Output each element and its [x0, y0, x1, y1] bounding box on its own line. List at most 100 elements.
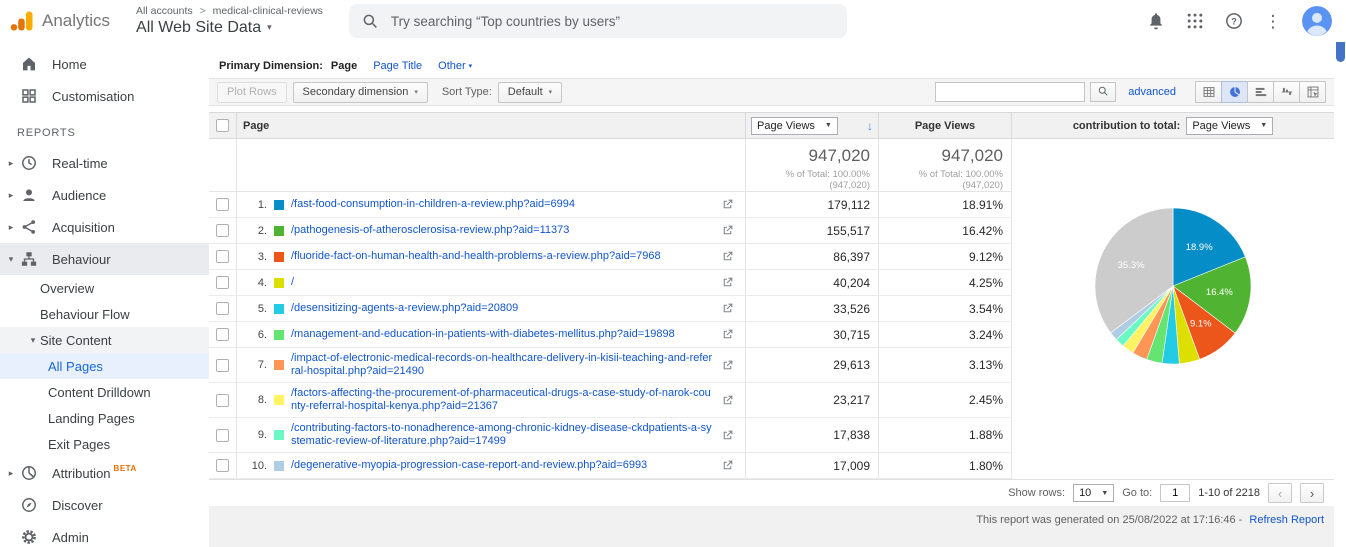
- scrollbar[interactable]: [1334, 0, 1346, 547]
- page-views-column-header[interactable]: Page Views: [879, 113, 1012, 138]
- pie-slice-label: 9.1%: [1190, 319, 1212, 330]
- apps-grid-icon[interactable]: [1185, 11, 1205, 31]
- notifications-icon[interactable]: [1146, 11, 1166, 31]
- row-rank: 3.: [257, 250, 267, 263]
- sidebar-item-admin[interactable]: Admin: [0, 521, 209, 547]
- generated-timestamp: This report was generated on 25/08/2022 …: [976, 514, 1243, 526]
- sidebar-item-discover[interactable]: Discover: [0, 489, 209, 521]
- select-all-checkbox[interactable]: [216, 119, 229, 132]
- table-search-button[interactable]: [1090, 82, 1117, 102]
- page-link[interactable]: /pathogenesis-of-atherosclerosisa-review…: [291, 224, 714, 237]
- chevron-right-icon[interactable]: ▸: [4, 158, 18, 169]
- row-checkbox[interactable]: [216, 224, 229, 237]
- show-rows-select[interactable]: 10 ▼: [1073, 484, 1115, 502]
- sidebar-item-site-content[interactable]: ▾ Site Content: [0, 327, 209, 353]
- sidebar-item-label: Home: [52, 56, 87, 72]
- sort-descending-icon[interactable]: ↓: [867, 119, 873, 133]
- row-legend-swatch: [274, 251, 284, 262]
- contribution-pie-chart[interactable]: 18.9% 16.4% 9.1% 35.3%: [1078, 191, 1268, 381]
- page-link[interactable]: /fluoride-fact-on-human-health-and-healt…: [291, 250, 714, 263]
- open-in-new-icon[interactable]: [721, 198, 734, 211]
- comparison-view-icon[interactable]: [1273, 81, 1300, 103]
- row-checkbox[interactable]: [216, 276, 229, 289]
- secondary-dimension-button[interactable]: Secondary dimension ▾: [292, 81, 428, 103]
- page-link[interactable]: /management-and-education-in-patients-wi…: [291, 328, 714, 341]
- open-in-new-icon[interactable]: [721, 250, 734, 263]
- contribution-metric-select[interactable]: Page Views ▼: [1186, 116, 1274, 135]
- open-in-new-icon[interactable]: [721, 429, 734, 442]
- pivot-view-icon[interactable]: [1299, 81, 1326, 103]
- prev-page-button[interactable]: ‹: [1268, 483, 1292, 503]
- open-in-new-icon[interactable]: [721, 359, 734, 372]
- sidebar-item-behaviour[interactable]: ▾ Behaviour: [0, 243, 209, 275]
- page-link[interactable]: /degenerative-myopia-progression-case-re…: [291, 459, 714, 472]
- global-search[interactable]: [348, 4, 847, 38]
- goto-page-input[interactable]: [1160, 484, 1191, 502]
- table-search-input[interactable]: [935, 82, 1086, 102]
- breadcrumb-account[interactable]: All accounts: [136, 5, 193, 17]
- chevron-right-icon[interactable]: ▸: [4, 190, 18, 201]
- more-vert-icon[interactable]: ⋮: [1263, 11, 1283, 31]
- open-in-new-icon[interactable]: [721, 459, 734, 472]
- sidebar-item-overview[interactable]: Overview: [0, 275, 209, 301]
- chevron-right-icon[interactable]: ▸: [4, 468, 18, 479]
- row-checkbox[interactable]: [216, 198, 229, 211]
- row-checkbox[interactable]: [216, 358, 229, 372]
- open-in-new-icon[interactable]: [721, 328, 734, 341]
- sort-type-button[interactable]: Default ▾: [497, 81, 563, 103]
- metric-column-select[interactable]: Page Views ▼: [751, 116, 838, 135]
- page-link[interactable]: /: [291, 276, 714, 289]
- plot-rows-button[interactable]: Plot Rows: [217, 81, 287, 103]
- sidebar-item-behaviour-flow[interactable]: Behaviour Flow: [0, 301, 209, 327]
- sidebar-item-real-time[interactable]: ▸ Real-time: [0, 147, 209, 179]
- page-link[interactable]: /impact-of-electronic-medical-records-on…: [291, 352, 714, 378]
- page-views-pct: 9.12%: [879, 244, 1012, 269]
- next-page-button[interactable]: ›: [1300, 483, 1324, 503]
- search-input[interactable]: [390, 13, 835, 29]
- row-checkbox[interactable]: [216, 250, 229, 263]
- page-column-header[interactable]: Page: [237, 113, 746, 138]
- dimension-page[interactable]: Page: [331, 60, 357, 72]
- sidebar-item-customisation[interactable]: Customisation: [0, 80, 209, 112]
- sidebar-item-attribution[interactable]: ▸ Attribution BETA: [0, 457, 209, 489]
- breadcrumb-property[interactable]: medical-clinical-reviews: [213, 5, 323, 17]
- account-selector[interactable]: All accounts > medical-clinical-reviews …: [136, 6, 323, 36]
- page-link[interactable]: /contributing-factors-to-nonadherence-am…: [291, 422, 714, 448]
- sidebar-item-label: Landing Pages: [48, 410, 135, 426]
- sidebar-item-all-pages[interactable]: All Pages: [0, 353, 209, 379]
- avatar[interactable]: [1302, 6, 1332, 36]
- open-in-new-icon[interactable]: [721, 224, 734, 237]
- row-checkbox[interactable]: [216, 459, 229, 472]
- chevron-down-icon[interactable]: ▾: [26, 335, 40, 346]
- page-link[interactable]: /desensitizing-agents-a-review.php?aid=2…: [291, 302, 714, 315]
- refresh-report-link[interactable]: Refresh Report: [1249, 514, 1324, 526]
- chevron-right-icon[interactable]: ▸: [4, 222, 18, 233]
- chevron-down-icon[interactable]: ▾: [4, 254, 18, 265]
- contribution-column-header: contribution to total: Page Views ▼: [1012, 113, 1334, 138]
- dimension-page-title[interactable]: Page Title: [373, 60, 422, 72]
- sidebar-item-acquisition[interactable]: ▸ Acquisition: [0, 211, 209, 243]
- help-icon[interactable]: ?: [1224, 11, 1244, 31]
- sidebar-item-landing-pages[interactable]: Landing Pages: [0, 405, 209, 431]
- page-link[interactable]: /fast-food-consumption-in-children-a-rev…: [291, 198, 714, 211]
- analytics-logo-icon[interactable]: [10, 9, 34, 33]
- sidebar-item-exit-pages[interactable]: Exit Pages: [0, 431, 209, 457]
- row-checkbox[interactable]: [216, 328, 229, 341]
- performance-view-icon[interactable]: [1247, 81, 1274, 103]
- view-name[interactable]: All Web Site Data: [136, 19, 261, 36]
- dimension-other[interactable]: Other ▾: [438, 60, 472, 72]
- table-view-icon[interactable]: [1195, 81, 1222, 103]
- row-checkbox[interactable]: [216, 393, 229, 407]
- percentage-view-icon[interactable]: [1221, 81, 1248, 103]
- open-in-new-icon[interactable]: [721, 302, 734, 315]
- row-checkbox[interactable]: [216, 302, 229, 315]
- open-in-new-icon[interactable]: [721, 394, 734, 407]
- sidebar-item-content-drilldown[interactable]: Content Drilldown: [0, 379, 209, 405]
- sidebar-item-home[interactable]: Home: [0, 48, 209, 80]
- open-in-new-icon[interactable]: [721, 276, 734, 289]
- sidebar-item-audience[interactable]: ▸ Audience: [0, 179, 209, 211]
- page-link[interactable]: /factors-affecting-the-procurement-of-ph…: [291, 387, 714, 413]
- row-checkbox[interactable]: [216, 428, 229, 442]
- advanced-search-link[interactable]: advanced: [1128, 86, 1176, 98]
- search-icon: [1097, 85, 1109, 100]
